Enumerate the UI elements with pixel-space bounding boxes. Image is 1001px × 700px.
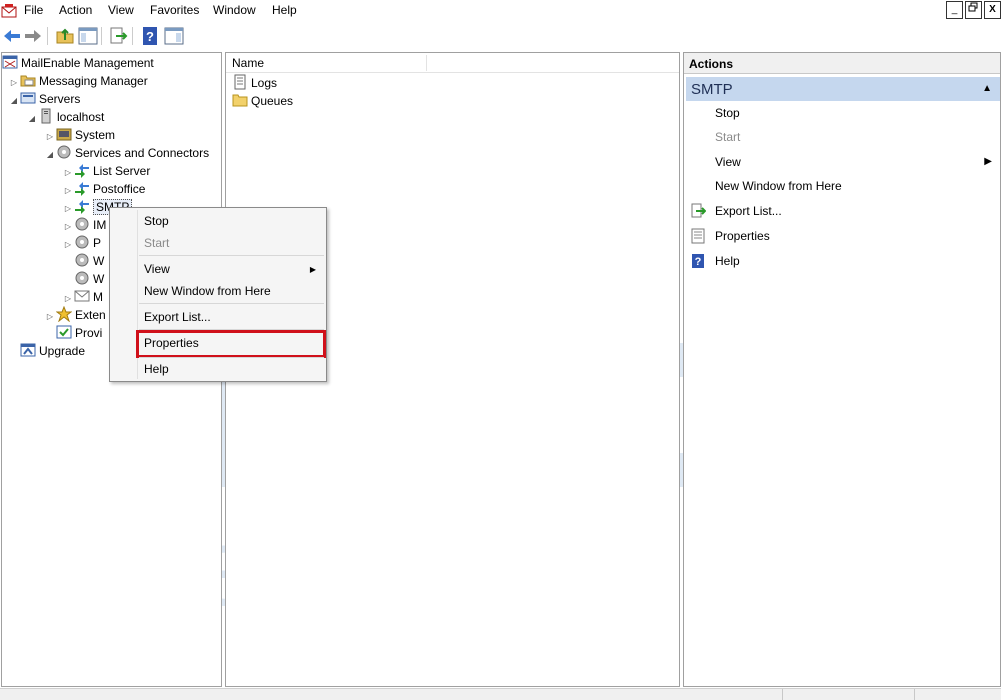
status-divider	[782, 689, 783, 700]
collapse-icon[interactable]: ◢	[8, 92, 20, 110]
tree-item-services-and-connectors[interactable]: ◢ Services and Connectors	[44, 144, 209, 162]
menu-window[interactable]: Window	[213, 3, 256, 17]
gear-icon	[75, 217, 89, 231]
back-icon[interactable]	[2, 26, 22, 46]
connector-arrows-icon	[75, 182, 89, 196]
context-menu-view[interactable]: View	[144, 259, 320, 279]
gear-icon	[75, 253, 89, 267]
column-separator[interactable]	[426, 55, 427, 71]
status-bar	[0, 688, 1001, 700]
tree-item-localhost[interactable]: ◢ localhost	[26, 108, 104, 126]
context-menu: Stop Start View ▶ New Window from Here E…	[109, 207, 327, 382]
tree-item-pop[interactable]: ▷ P	[62, 234, 101, 252]
context-menu-new-window[interactable]: New Window from Here	[144, 281, 271, 301]
system-icon	[56, 128, 72, 141]
actions-section-header[interactable]: SMTP ▲	[686, 77, 1000, 101]
collapse-icon[interactable]: ◢	[44, 146, 56, 164]
restore-button[interactable]	[965, 1, 982, 19]
tree-item-messaging-manager[interactable]: ▷ Messaging Manager	[8, 72, 148, 90]
collapse-icon[interactable]: ◢	[26, 110, 38, 128]
context-menu-stop[interactable]: Stop	[144, 211, 169, 231]
mail-icon	[74, 290, 90, 302]
tree-item-upgrade[interactable]: Upgrade	[20, 342, 85, 360]
tree-item-list-server[interactable]: ▷ List Server	[62, 162, 150, 180]
folder-icon	[232, 94, 248, 107]
tree-item-extensions[interactable]: ▷ Exten	[44, 306, 106, 324]
action-help[interactable]: Help	[715, 251, 740, 271]
expand-icon[interactable]: ▷	[44, 308, 56, 326]
menu-help[interactable]: Help	[272, 3, 297, 17]
gear-icon	[57, 145, 71, 159]
export-list-icon	[691, 203, 706, 218]
collapse-up-icon[interactable]: ▲	[982, 83, 992, 94]
tree-item-system[interactable]: ▷ System	[44, 126, 115, 144]
envelope-folder-icon	[20, 75, 36, 87]
action-start: Start	[715, 130, 741, 144]
show-hide-tree-icon[interactable]	[78, 26, 98, 46]
menu-favorites[interactable]: Favorites	[150, 3, 199, 17]
properties-icon	[691, 228, 705, 244]
tree-item-servers[interactable]: ◢ Servers	[8, 90, 80, 108]
forward-icon[interactable]	[23, 26, 43, 46]
provisioning-icon	[56, 325, 72, 339]
menu-file[interactable]: File	[24, 3, 43, 17]
show-hide-action-pane-icon[interactable]	[164, 26, 184, 46]
management-console-icon	[2, 55, 18, 69]
close-button[interactable]: X	[984, 1, 1001, 19]
gear-icon	[75, 271, 89, 285]
list-item-queues[interactable]: Queues	[232, 92, 293, 110]
submenu-arrow-icon: ▶	[984, 156, 992, 167]
svg-text:?: ?	[146, 29, 154, 44]
menu-separator	[139, 303, 324, 304]
log-file-icon	[234, 74, 246, 90]
submenu-arrow-icon: ▶	[309, 265, 316, 274]
context-menu-export-list[interactable]: Export List...	[144, 307, 211, 327]
context-menu-start: Start	[144, 236, 170, 250]
tree-item-m[interactable]: ▷ M	[62, 288, 103, 306]
servers-icon	[20, 92, 36, 104]
gear-icon	[75, 235, 89, 249]
tree-item-postoffice[interactable]: ▷ Postoffice	[62, 180, 145, 198]
help-icon[interactable]: ?	[140, 26, 160, 46]
menu-view[interactable]: View	[108, 3, 134, 17]
status-divider	[914, 689, 915, 700]
tree-item-mailenable-management[interactable]: MailEnable Management	[2, 54, 154, 72]
tree-item-w2[interactable]: W	[74, 270, 104, 288]
actions-section-label: SMTP	[691, 81, 733, 98]
help-icon: ?	[692, 254, 704, 268]
expand-icon[interactable]: ▷	[62, 236, 74, 254]
menu-action[interactable]: Action	[59, 3, 92, 17]
mailenable-app-icon	[1, 4, 17, 18]
context-menu-properties[interactable]: Properties	[144, 333, 199, 353]
tree-item-w1[interactable]: W	[74, 252, 104, 270]
action-stop[interactable]: Stop	[715, 103, 740, 123]
context-menu-help[interactable]: Help	[144, 359, 169, 379]
tree-item-imap[interactable]: ▷ IM	[62, 216, 106, 234]
toolbar: ?	[0, 22, 1001, 50]
connector-arrows-icon	[75, 164, 89, 178]
tree-item-provisioning[interactable]: Provi	[56, 324, 102, 342]
minimize-button[interactable]: _	[946, 1, 963, 19]
list-header: Name	[226, 53, 679, 73]
action-export-list[interactable]: Export List...	[715, 201, 782, 221]
menu-bar: File Action View Favorites Window Help _…	[0, 0, 1001, 22]
export-list-icon[interactable]	[108, 26, 128, 46]
action-view[interactable]: View	[715, 152, 1000, 172]
actions-pane: Actions SMTP ▲ Stop Start View ▶ New Win…	[683, 52, 1001, 687]
connector-arrows-icon	[75, 200, 89, 214]
extensions-star-icon	[56, 306, 72, 322]
restore-icon	[968, 2, 978, 12]
list-item-logs[interactable]: Logs	[232, 74, 277, 92]
window-controls: _ X	[944, 1, 1001, 19]
action-new-window[interactable]: New Window from Here	[715, 176, 842, 196]
upgrade-icon	[20, 343, 36, 357]
action-properties[interactable]: Properties	[715, 226, 770, 246]
svg-text:?: ?	[695, 256, 702, 268]
up-folder-icon[interactable]	[55, 26, 75, 46]
menu-separator	[139, 357, 324, 358]
menu-separator	[139, 255, 324, 256]
actions-pane-title: Actions	[684, 53, 1000, 74]
column-header-name[interactable]: Name	[232, 56, 264, 70]
server-icon	[41, 108, 51, 124]
